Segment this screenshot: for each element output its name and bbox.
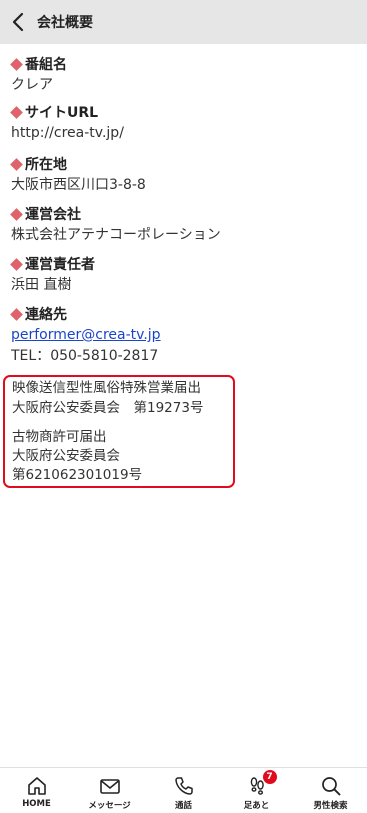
page-title: 会社概要 — [37, 15, 93, 31]
notice-line: 第621062301019号 — [12, 467, 143, 483]
home-icon — [26, 775, 48, 797]
section-label: 番組名 — [25, 57, 67, 73]
tab-label: 足あと — [243, 801, 270, 811]
tab-search-men[interactable]: 男性検索 — [294, 768, 367, 813]
tab-label: 男性検索 — [313, 801, 348, 811]
section-label: サイトURL — [25, 105, 99, 121]
bottom-tab-bar: HOME メッセージ 通話 7 足あと 男性検索 — [0, 767, 367, 813]
contact-tel: TEL：050-5810-2817 — [11, 348, 159, 364]
diamond-bullet-icon — [10, 257, 23, 271]
diamond-bullet-icon — [10, 157, 23, 171]
notice-line: 古物商許可届出 — [12, 429, 107, 445]
chevron-left-icon — [12, 12, 24, 32]
site-url-text: http://crea-tv.jp/ — [11, 125, 124, 141]
tab-messages[interactable]: メッセージ — [73, 768, 146, 813]
section-label: 運営会社 — [25, 207, 81, 223]
diamond-bullet-icon — [10, 57, 23, 71]
phone-icon — [173, 775, 195, 797]
diamond-bullet-icon — [10, 105, 23, 119]
section-label: 連絡先 — [25, 307, 67, 323]
back-button[interactable] — [2, 0, 34, 44]
section-manager: 運営責任者 浜田 直樹 — [10, 254, 95, 295]
tab-footprints[interactable]: 7 足あと — [220, 768, 293, 813]
section-contact: 連絡先 performer@crea-tv.jp TEL：050-5810-28… — [10, 304, 161, 366]
section-label: 運営責任者 — [25, 257, 95, 273]
search-icon — [320, 775, 342, 797]
notice-line: 映像送信型性風俗特殊営業届出 — [12, 380, 201, 396]
notification-badge: 7 — [262, 770, 277, 784]
footprint-icon: 7 — [246, 770, 277, 797]
license-notice-box: 映像送信型性風俗特殊営業届出 大阪府公安委員会 第19273号 古物商許可届出 … — [3, 375, 235, 488]
section-operating-company: 運営会社 株式会社アテナコーポレーション — [10, 204, 221, 245]
section-site-url: サイトURL http://crea-tv.jp/ — [10, 102, 124, 143]
tab-call[interactable]: 通話 — [147, 768, 220, 813]
section-program-name: 番組名 クレア — [10, 54, 67, 95]
section-value: 株式会社アテナコーポレーション — [11, 227, 221, 243]
notice-line: 大阪府公安委員会 第19273号 — [12, 400, 204, 416]
diamond-bullet-icon — [10, 207, 23, 221]
diamond-bullet-icon — [10, 307, 23, 321]
tab-home[interactable]: HOME — [0, 768, 73, 813]
section-label: 所在地 — [25, 157, 67, 173]
section-address: 所在地 大阪市西区川口3-8-8 — [10, 154, 146, 195]
section-value: 大阪市西区川口3-8-8 — [11, 177, 146, 193]
notice-line: 大阪府公安委員会 — [12, 448, 120, 464]
section-value: クレア — [11, 77, 53, 93]
tab-label: 通話 — [174, 801, 192, 811]
contact-email-link[interactable]: performer@crea-tv.jp — [11, 327, 161, 343]
header-bar: 会社概要 — [0, 0, 367, 44]
tab-label: HOME — [22, 799, 51, 809]
section-value: 浜田 直樹 — [11, 277, 72, 293]
mail-icon — [99, 775, 121, 797]
tab-label: メッセージ — [88, 801, 131, 811]
